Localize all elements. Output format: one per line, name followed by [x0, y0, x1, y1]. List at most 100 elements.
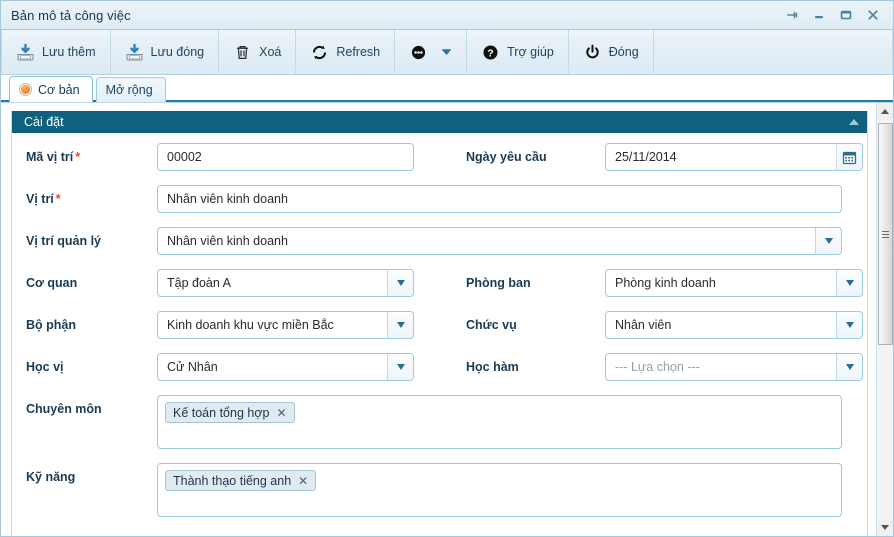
chuyen-mon-tagbox[interactable]: Kế toán tổng hợp ✕ [157, 395, 842, 449]
label-text: Cơ quan [26, 276, 78, 290]
field-ngay-yeu-cau: Ngày yêu cầu [450, 143, 867, 171]
chevron-down-icon[interactable] [387, 270, 413, 296]
tab-mo-rong[interactable]: Mở rộng [95, 77, 166, 102]
help-button[interactable]: ? Trợ giúp [467, 30, 569, 74]
chevron-down-icon[interactable] [387, 354, 413, 380]
toolbar-spacer [654, 30, 893, 74]
tag-item[interactable]: Thành thạo tiếng anh ✕ [165, 470, 317, 491]
label-hoc-ham: Học hàm [450, 353, 605, 374]
save-close-button[interactable]: Lưu đóng [111, 30, 220, 74]
vi-tri-quan-ly-select[interactable] [157, 227, 842, 255]
label-ma-vi-tri: Mã vị trí * [12, 143, 157, 164]
label-hoc-vi: Học vị [12, 353, 157, 374]
ma-vi-tri-input[interactable] [157, 143, 414, 171]
chevron-down-icon[interactable] [441, 45, 452, 59]
required-marker: * [55, 192, 61, 206]
hoc-ham-input[interactable] [605, 353, 863, 381]
label-text: Học vị [26, 360, 64, 374]
label-vi-tri: Vị trí * [12, 185, 157, 206]
refresh-label: Refresh [336, 45, 381, 59]
ky-nang-tagbox[interactable]: Thành thạo tiếng anh ✕ [157, 463, 842, 517]
form-row: Kỹ năng Thành thạo tiếng anh ✕ [12, 463, 867, 517]
tab-co-ban[interactable]: Cơ bản [9, 76, 93, 102]
chevron-up-icon[interactable] [849, 119, 859, 125]
phong-ban-input[interactable] [605, 269, 863, 297]
minimize-icon[interactable] [811, 7, 827, 23]
label-text: Chức vụ [466, 318, 517, 332]
tab-co-ban-label: Cơ bản [38, 82, 80, 97]
close-button[interactable]: Đóng [569, 30, 654, 74]
chevron-down-icon[interactable] [836, 270, 862, 296]
ngay-yeu-cau-input[interactable] [605, 143, 863, 171]
settings-panel: Cài đặt Mã vị trí * 00002 Ngày yêu cầu 2… [11, 111, 868, 536]
vertical-scrollbar[interactable] [876, 103, 893, 536]
field-vi-tri-quan-ly: Vị trí quản lý [12, 227, 867, 255]
close-label: Đóng [608, 45, 639, 59]
co-quan-select[interactable] [157, 269, 414, 297]
form-row: Chuyên môn Kế toán tổng hợp ✕ [12, 395, 867, 449]
control-wrapper [605, 353, 863, 381]
chuc-vu-input[interactable] [605, 311, 863, 339]
field-co-quan: Cơ quan [12, 269, 450, 297]
refresh-button[interactable]: Refresh [296, 30, 396, 74]
remove-tag-icon[interactable]: ✕ [298, 475, 308, 487]
scrollbar-grip-icon [881, 229, 889, 240]
remove-tag-icon[interactable]: ✕ [276, 407, 286, 419]
svg-text:?: ? [487, 47, 493, 59]
calendar-icon[interactable] [836, 144, 862, 170]
field-ky-nang: Kỹ năng Thành thạo tiếng anh ✕ [12, 463, 867, 517]
window-titlebar: Bản mô tả công việc [1, 1, 893, 30]
control-wrapper [157, 269, 414, 297]
control-wrapper [605, 269, 863, 297]
pin-icon[interactable] [784, 7, 800, 23]
phong-ban-select[interactable] [605, 269, 863, 297]
label-text: Kỹ năng [26, 470, 76, 484]
vi-tri-input[interactable] [157, 185, 842, 213]
vi-tri-quan-ly-input[interactable] [157, 227, 842, 255]
maximize-icon[interactable] [838, 7, 854, 23]
label-chuc-vu: Chức vụ [450, 311, 605, 332]
power-icon [583, 43, 602, 62]
tab-mo-rong-label: Mở rộng [105, 83, 153, 97]
settings-panel-header[interactable]: Cài đặt [12, 111, 867, 133]
tag-item[interactable]: Kế toán tổng hợp ✕ [165, 402, 295, 423]
field-bo-phan: Bộ phận [12, 311, 450, 339]
hoc-vi-select[interactable] [157, 353, 414, 381]
close-icon[interactable] [865, 7, 881, 23]
more-options-icon [409, 43, 428, 62]
refresh-icon [310, 43, 329, 62]
hoc-ham-select[interactable] [605, 353, 863, 381]
label-ngay-yeu-cau: Ngày yêu cầu [450, 143, 605, 164]
label-text: Học hàm [466, 360, 519, 374]
label-text: Chuyên môn [26, 402, 102, 416]
hoc-vi-input[interactable] [157, 353, 414, 381]
form-row: Cơ quan Phòng ban [12, 269, 867, 297]
control-wrapper [157, 185, 842, 213]
save-add-button[interactable]: Lưu thêm [1, 30, 111, 74]
label-text: Vị trí quản lý [26, 234, 102, 248]
chevron-down-icon[interactable] [836, 312, 862, 338]
delete-button[interactable]: Xoá [219, 30, 297, 74]
scroll-up-button[interactable] [876, 103, 893, 120]
form-row: Vị trí quản lý [12, 227, 867, 255]
co-quan-input[interactable] [157, 269, 414, 297]
scrollbar-track[interactable] [876, 120, 893, 519]
chuc-vu-select[interactable] [605, 311, 863, 339]
label-phong-ban: Phòng ban [450, 269, 605, 290]
form-row: Bộ phận Chức vụ [12, 311, 867, 339]
chevron-down-icon[interactable] [815, 228, 841, 254]
job-description-window: Bản mô tả công việc Lưu thêm Lưu đóng Xo… [0, 0, 894, 537]
chevron-down-icon[interactable] [387, 312, 413, 338]
save-add-label: Lưu thêm [42, 45, 96, 59]
more-options-button[interactable] [395, 30, 468, 74]
scrollbar-thumb[interactable] [877, 123, 893, 345]
save-close-label: Lưu đóng [150, 45, 205, 59]
label-chuyen-mon: Chuyên môn [12, 395, 157, 416]
tag-label: Thành thạo tiếng anh [173, 473, 292, 488]
bo-phan-select[interactable] [157, 311, 414, 339]
bo-phan-input[interactable] [157, 311, 414, 339]
field-hoc-vi: Học vị [12, 353, 450, 381]
delete-label: Xoá [259, 45, 282, 59]
scroll-down-button[interactable] [876, 519, 893, 536]
chevron-down-icon[interactable] [836, 354, 862, 380]
